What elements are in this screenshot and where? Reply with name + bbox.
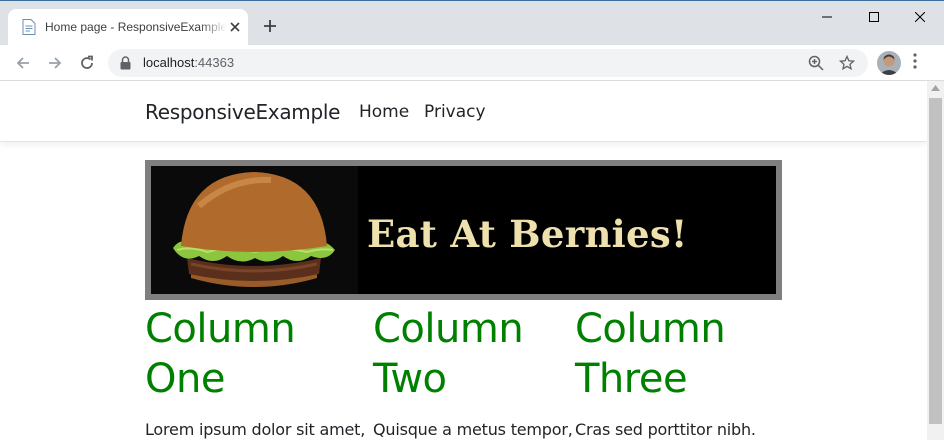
url-port: :44363 [194,55,235,70]
column-two: Column Two Quisque a metus tempor, [373,304,573,440]
address-bar[interactable]: localhost:44363 [108,49,868,77]
zoom-icon[interactable] [808,55,824,71]
column-one-heading: Column One [145,306,296,402]
kebab-menu-icon[interactable] [913,53,917,69]
banner-image: Eat At Bernies! [145,160,782,300]
site-brand-link[interactable]: ResponsiveExample [145,100,340,124]
lock-icon[interactable] [120,56,131,70]
star-icon[interactable] [839,55,855,71]
tab-title: Home page - ResponsiveExample [45,20,227,34]
browser-tab[interactable]: Home page - ResponsiveExample [8,9,248,45]
column-one-text: Lorem ipsum dolor sit amet, [145,420,366,439]
banner-headline: Eat At Bernies! [367,212,688,256]
url-text[interactable]: localhost:44363 [143,55,234,71]
column-three: Column Three Cras sed porttitor nibh. [575,304,785,440]
nav-link-home[interactable]: Home [359,101,409,123]
back-arrow-icon [16,57,29,69]
site-navbar: ResponsiveExample Home Privacy [0,81,927,142]
avatar[interactable] [877,51,901,75]
column-one: Column One Lorem ipsum dolor sit amet, [145,304,370,440]
page-favicon-icon [22,19,36,35]
url-host: localhost [143,55,195,70]
column-three-heading: Column Three [575,306,726,402]
plus-icon[interactable] [262,18,278,34]
maximize-button[interactable] [851,5,897,29]
burger-image [151,166,358,294]
browser-toolbar: localhost:44363 [0,45,944,81]
window-close-icon [915,12,925,22]
reload-icon [81,55,93,69]
reload-button[interactable] [75,51,99,75]
forward-arrow-icon [49,57,62,69]
page-viewport: ResponsiveExample Home Privacy Eat At Be… [0,81,927,440]
forward-button[interactable] [43,51,67,75]
column-three-text: Cras sed porttitor nibh. [575,420,756,439]
window-close-button[interactable] [897,5,943,29]
maximize-icon [869,12,879,22]
nav-link-privacy[interactable]: Privacy [424,101,486,123]
column-two-heading: Column Two [373,306,524,402]
profile-avatar-icon [877,51,901,75]
browser-chrome: Home page - ResponsiveExample localhost:… [0,0,944,81]
scroll-up-arrow-icon[interactable] [931,85,940,91]
scrollbar-thumb[interactable] [929,98,942,424]
vertical-scrollbar[interactable] [927,81,944,440]
column-two-text: Quisque a metus tempor, [373,420,573,439]
close-icon[interactable] [227,19,243,35]
back-button[interactable] [11,51,35,75]
minimize-icon [822,16,832,18]
minimize-button[interactable] [804,5,850,29]
